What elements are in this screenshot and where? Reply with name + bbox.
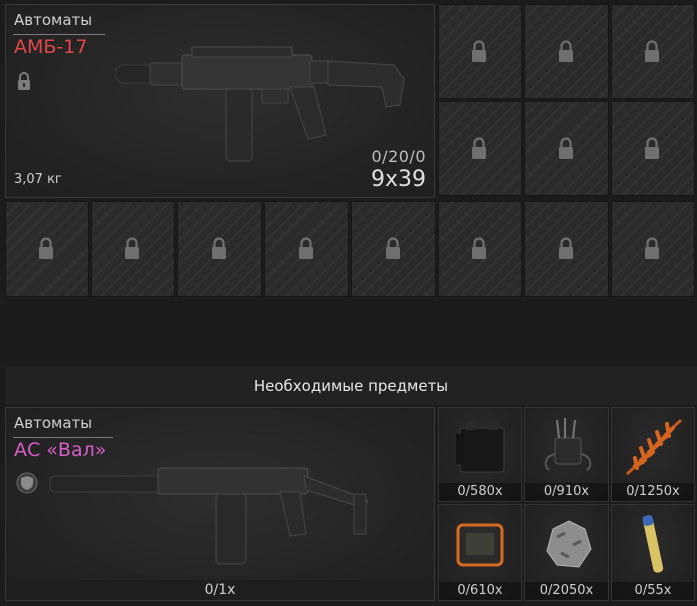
locked-slot <box>438 4 522 99</box>
locked-slot <box>438 101 522 196</box>
category-divider <box>13 437 113 438</box>
locked-slot <box>611 101 695 196</box>
required-item-battery-box[interactable]: 0/580x <box>438 407 522 502</box>
item-count: 0/910x <box>525 483 608 501</box>
padlock-icon <box>16 71 32 95</box>
item-count: 0/1250x <box>612 483 694 501</box>
padlock-icon <box>210 236 230 262</box>
wired-device-icon <box>535 414 599 484</box>
required-items-header: Необходимые предметы <box>5 367 697 405</box>
padlock-icon <box>557 39 577 65</box>
battery-box-icon <box>448 414 512 484</box>
required-item-fern-leaf[interactable]: 0/1250x <box>611 407 695 502</box>
locked-slot <box>524 201 609 297</box>
ammo-count: 0/20/0 <box>371 147 426 166</box>
padlock-icon <box>557 236 577 262</box>
item-count: 0/55x <box>612 582 694 600</box>
required-weapon-card[interactable]: Автоматы АС «Вал» 0/1x <box>5 407 435 601</box>
padlock-icon <box>470 39 490 65</box>
weapon-slot-card[interactable]: Автоматы АМБ-17 0/20/0 9x39 3,07 кг <box>5 4 435 198</box>
shield-icon <box>16 472 38 498</box>
rock-ore-icon <box>535 511 599 581</box>
padlock-icon <box>123 236 143 262</box>
required-item-orange-gadget[interactable]: 0/610x <box>438 504 522 601</box>
fern-leaf-icon <box>621 414 685 484</box>
required-item-wired-device[interactable]: 0/910x <box>524 407 609 502</box>
locked-slot <box>351 201 436 297</box>
vial-tube-icon <box>621 511 685 581</box>
locked-slot <box>611 4 695 99</box>
padlock-icon <box>470 236 490 262</box>
item-count: 0/610x <box>439 582 521 600</box>
locked-slot <box>264 201 349 297</box>
locked-slot <box>611 201 695 297</box>
weapon-weight: 3,07 кг <box>14 172 62 187</box>
padlock-icon <box>643 39 663 65</box>
required-item-rock-ore[interactable]: 0/2050x <box>524 504 609 601</box>
as-val-rifle-image <box>48 460 378 574</box>
padlock-icon <box>384 236 404 262</box>
padlock-icon <box>557 136 577 162</box>
orange-gadget-icon <box>448 511 512 581</box>
category-divider <box>13 34 105 35</box>
weapon-name: АМБ-17 <box>14 36 88 58</box>
ammo-caliber: 9x39 <box>370 167 426 192</box>
padlock-icon <box>37 236 57 262</box>
amb17-rifle-image <box>114 35 414 169</box>
locked-slot <box>438 201 522 297</box>
locked-slot <box>91 201 175 297</box>
padlock-icon <box>470 136 490 162</box>
locked-slot <box>5 201 89 297</box>
locked-slot <box>524 101 609 196</box>
required-weapon-name: АС «Вал» <box>14 439 107 461</box>
item-count: 0/2050x <box>525 582 608 600</box>
weapon-category: Автоматы <box>14 11 93 29</box>
padlock-icon <box>643 236 663 262</box>
required-weapon-quantity: 0/1x <box>7 580 433 600</box>
locked-slot <box>524 4 609 99</box>
locked-slot <box>177 201 262 297</box>
padlock-icon <box>643 136 663 162</box>
item-count: 0/580x <box>439 483 521 501</box>
required-item-vial-tube[interactable]: 0/55x <box>611 504 695 601</box>
padlock-icon <box>297 236 317 262</box>
required-weapon-category: Автоматы <box>14 414 93 432</box>
